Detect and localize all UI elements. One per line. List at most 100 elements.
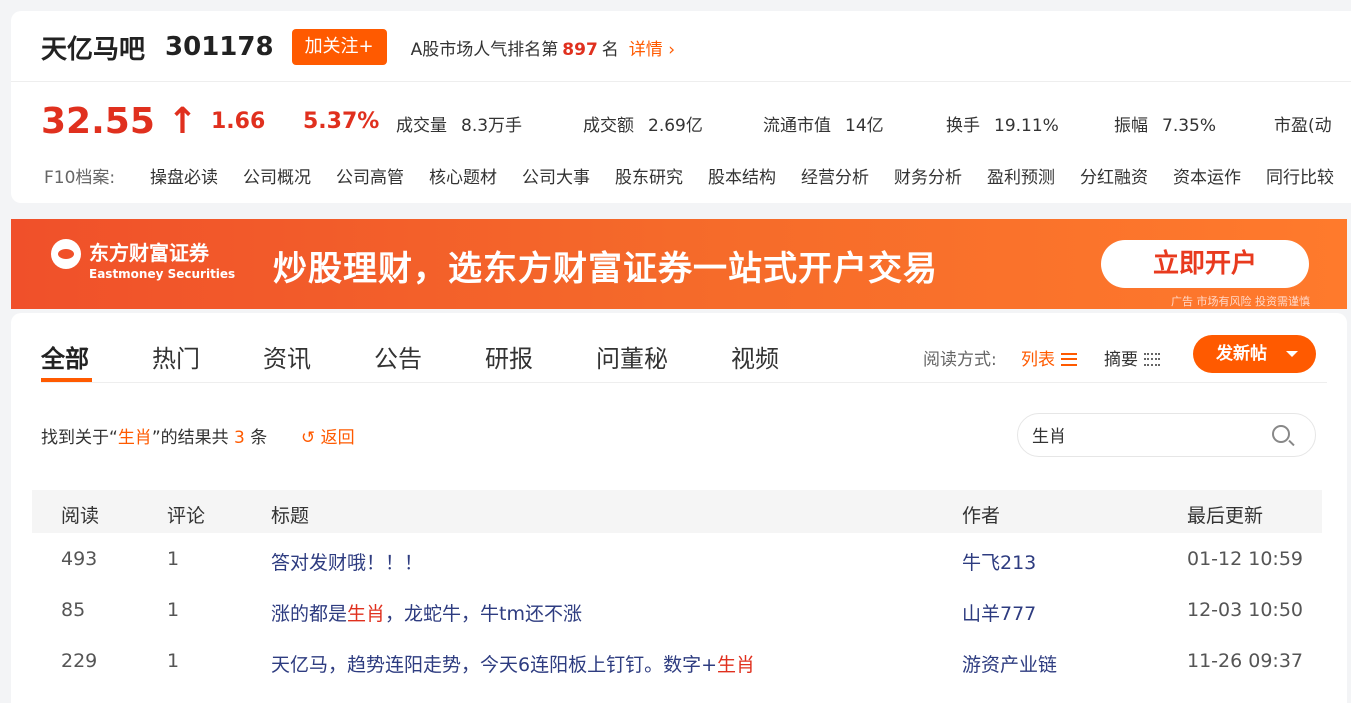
banner-brand-en: Eastmoney Securities [89,267,236,281]
read-mode-list[interactable]: 列表 [1021,345,1077,370]
cell-updated: 11-26 09:37 [1187,650,1304,672]
price-value: 32.55 [41,101,155,142]
author-link[interactable]: 山羊777 [962,599,1036,626]
detail-label: 详情 [628,39,663,60]
result-suffix: 条 [250,428,268,448]
result-middle: ”的结果共 [151,428,229,448]
result-prefix: 找到关于“ [41,428,118,448]
tab-news[interactable]: 资讯 [263,339,311,374]
result-keyword: 生肖 [117,428,152,448]
new-post-button[interactable]: 发新帖 [1193,335,1316,373]
title-keyword: 生肖 [347,603,386,625]
tab-ask-secretary[interactable]: 问董秘 [596,339,668,374]
title-text: 答对发财哦！！！ [271,552,424,574]
ad-banner[interactable]: 东方财富证券 Eastmoney Securities 炒股理财，选东方财富证券… [11,219,1347,309]
popularity-rank: A股市场人气排名第 897 名 [411,35,619,60]
search-box [1017,413,1316,457]
caret-down-icon [1286,351,1298,357]
stat-turnover-amount: 成交额 2.69亿 [583,111,703,136]
summary-icon [1144,353,1160,366]
back-label: 返回 [320,428,355,448]
column-header-updated: 最后更新 [1187,505,1264,527]
f10-link[interactable]: 公司大事 [522,163,590,188]
stat-amplitude: 振幅 7.35% [1114,111,1216,136]
f10-link[interactable]: 盈利预测 [987,163,1055,188]
table-row: 493 1 答对发财哦！！！ 牛飞213 01-12 10:59 [32,537,1322,581]
stat-volume: 成交量 8.3万手 [396,111,522,136]
read-mode-summary[interactable]: 摘要 [1104,345,1160,370]
cell-comments: 1 [167,599,180,621]
chevron-right-icon: › [662,39,675,60]
cell-comments: 1 [167,548,180,570]
author-link[interactable]: 牛飞213 [962,548,1036,575]
rank-prefix: A股市场人气排名第 [410,39,559,60]
stat-label: 成交额 [583,116,634,136]
stat-value: 8.3万手 [461,116,523,136]
stat-turnover-rate: 换手 19.11% [946,111,1059,136]
tab-hot[interactable]: 热门 [152,339,200,374]
price-change: 1.66 [211,109,266,134]
stat-value: 19.11% [994,116,1059,136]
stat-label: 流通市值 [763,116,831,136]
f10-link[interactable]: 经营分析 [801,163,869,188]
header-divider [11,81,1351,82]
column-header-title: 标题 [271,505,310,527]
rank-value: 897 [562,39,598,60]
up-arrow-icon: ↑ [167,101,198,142]
cell-reads: 493 [61,548,98,570]
f10-link[interactable]: 股本结构 [708,163,776,188]
cell-comments: 1 [167,650,180,672]
table-row: 229 1 天亿马，趋势连阳走势，今天6连阳板上钉钉。数字+生肖 游资产业链 1… [32,639,1322,683]
stat-label: 市盈(动 [1274,116,1332,136]
ad-disclaimer: 广告 市场有风险 投资需谨慎 [1171,295,1310,308]
list-icon [1061,353,1077,366]
title-text: 天亿马，趋势连阳走势，今天6连阳板上钉钉。数字+ [271,654,718,676]
back-link[interactable]: ↺ 返回 [301,423,355,448]
post-title-link[interactable]: 涨的都是生肖，龙蛇牛，牛tm还不涨 [271,599,582,626]
stat-label: 振幅 [1114,116,1148,136]
stat-value: 2.69亿 [648,116,703,136]
post-title-link[interactable]: 答对发财哦！！！ [271,548,423,575]
price-change-percent: 5.37% [303,109,380,134]
tabs-divider [41,382,1327,383]
f10-link[interactable]: 资本运作 [1173,163,1241,188]
f10-link[interactable]: 分红融资 [1080,163,1148,188]
cell-reads: 229 [61,650,98,672]
stock-header-card: 天亿马吧 301178 加关注+ A股市场人气排名第 897 名 详情 › 32.5… [11,11,1351,203]
f10-link[interactable]: 股东研究 [615,163,683,188]
tab-research[interactable]: 研报 [485,339,533,374]
tab-video[interactable]: 视频 [731,339,779,374]
open-account-button[interactable]: 立即开户 [1101,240,1309,288]
f10-link[interactable]: 同行比较 [1266,163,1334,188]
eastmoney-logo-icon [51,239,81,269]
title-keyword: 生肖 [717,654,756,676]
title-text-rest: ，龙蛇牛，牛tm还不涨 [385,603,582,625]
banner-slogan: 炒股理财，选东方财富证券一站式开户交易 [273,249,938,289]
tab-announcements[interactable]: 公告 [374,339,422,374]
f10-link[interactable]: 操盘必读 [150,163,218,188]
search-result-summary: 找到关于“生肖”的结果共 3 条 [41,423,267,448]
bar-name: 天亿马吧 [41,34,146,65]
search-input[interactable] [1032,424,1262,444]
read-mode-label: 阅读方式: [923,350,997,370]
post-title-link[interactable]: 天亿马，趋势连阳走势，今天6连阳板上钉钉。数字+生肖 [271,650,755,677]
tab-all[interactable]: 全部 [41,339,89,374]
author-link[interactable]: 游资产业链 [962,650,1057,677]
rank-suffix: 名 [601,39,619,60]
stat-label: 成交量 [396,116,447,136]
column-header-author: 作者 [962,505,1001,527]
follow-button[interactable]: 加关注+ [291,29,387,65]
current-price: 32.55 ↑ [41,101,198,142]
f10-link[interactable]: 财务分析 [894,163,962,188]
title-row: 天亿马吧 301178 加关注+ A股市场人气排名第 897 名 详情 › [41,29,675,65]
search-icon[interactable] [1272,425,1290,443]
rank-detail-link[interactable]: 详情 › [629,35,675,60]
stat-float-market-cap: 流通市值 14亿 [763,111,884,136]
f10-link[interactable]: 公司高管 [336,163,404,188]
stat-value: 14亿 [845,116,884,136]
stat-pe-ratio: 市盈(动 [1274,111,1332,136]
f10-link[interactable]: 公司概况 [243,163,311,188]
cell-updated: 12-03 10:50 [1187,599,1304,621]
f10-link[interactable]: 核心题材 [429,163,497,188]
cell-updated: 01-12 10:59 [1187,548,1304,570]
